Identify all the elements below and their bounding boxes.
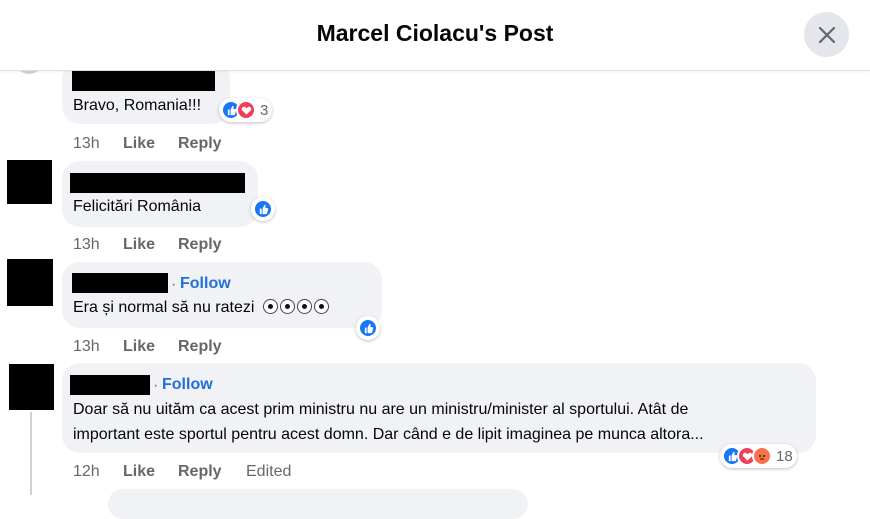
- avatar[interactable]: [7, 259, 53, 306]
- reaction-summary[interactable]: 18: [720, 444, 797, 468]
- dialog-header: Marcel Ciolacu's Post: [0, 0, 870, 71]
- soccer-ball-icon: [296, 299, 312, 314]
- comment-text: Bravo, Romania!!!: [73, 97, 202, 114]
- comment-actions: 13h Like Reply: [73, 338, 246, 356]
- comment-timestamp[interactable]: 13h: [73, 135, 123, 153]
- comment-actions: 12h Like Reply Edited: [73, 463, 291, 481]
- soccer-ball-icon: [262, 299, 278, 314]
- close-icon: [818, 26, 835, 43]
- reaction-summary[interactable]: [356, 316, 380, 340]
- like-link[interactable]: Like: [123, 338, 178, 356]
- redacted-author-name[interactable]: [70, 173, 245, 193]
- avatar[interactable]: [9, 364, 54, 410]
- soccer-ball-icon: [313, 299, 329, 314]
- follow-link[interactable]: Follow: [180, 275, 231, 293]
- reply-bubble: [108, 489, 528, 519]
- love-reaction-icon: [236, 100, 256, 120]
- soccer-ball-emojis: [262, 299, 331, 316]
- reaction-summary[interactable]: 3: [219, 98, 273, 122]
- like-reaction-icon: [358, 318, 378, 338]
- redacted-author-name[interactable]: [70, 375, 150, 395]
- comment-actions: 13h Like Reply: [73, 236, 246, 254]
- reply-link[interactable]: Reply: [178, 463, 246, 481]
- reply-thread-line: [30, 412, 32, 495]
- reply-link[interactable]: Reply: [178, 338, 246, 356]
- comment-text-body: Era și normal să nu ratezi: [73, 299, 255, 316]
- separator-dot: ·: [153, 377, 159, 394]
- comment-timestamp[interactable]: 13h: [73, 236, 123, 254]
- redacted-author-name[interactable]: [72, 71, 215, 91]
- reaction-count: 18: [776, 447, 793, 465]
- like-link[interactable]: Like: [123, 463, 178, 481]
- comment-bubble: [62, 262, 382, 328]
- redacted-author-name[interactable]: [72, 273, 168, 293]
- angry-reaction-icon: [752, 446, 772, 466]
- like-link[interactable]: Like: [123, 135, 178, 153]
- reply-link[interactable]: Reply: [178, 135, 246, 153]
- like-reaction-icon: [253, 199, 273, 219]
- follow-link[interactable]: Follow: [162, 376, 213, 394]
- comment-bubble: [62, 161, 258, 227]
- comment-timestamp[interactable]: 12h: [73, 463, 123, 481]
- reaction-count: 3: [260, 101, 269, 119]
- avatar[interactable]: [7, 160, 52, 204]
- reply-link[interactable]: Reply: [178, 236, 246, 254]
- edited-label: Edited: [246, 463, 292, 480]
- comment-text: Felicitări România: [73, 198, 202, 215]
- comment-timestamp[interactable]: 13h: [73, 338, 123, 356]
- reaction-summary[interactable]: [251, 197, 275, 221]
- comment-actions: 13h Like Reply: [73, 135, 246, 153]
- comment-text-line-1: Doar să nu uităm ca acest prim ministru …: [73, 401, 689, 418]
- close-button[interactable]: [804, 12, 849, 57]
- separator-dot: ·: [171, 276, 177, 293]
- like-link[interactable]: Like: [123, 236, 178, 254]
- dialog-title: Marcel Ciolacu's Post: [316, 20, 554, 46]
- comment-text: Era și normal să nu ratezi: [73, 299, 331, 317]
- soccer-ball-icon: [279, 299, 295, 314]
- comment-text-line-2: important este sportul pentru acest domn…: [73, 426, 704, 443]
